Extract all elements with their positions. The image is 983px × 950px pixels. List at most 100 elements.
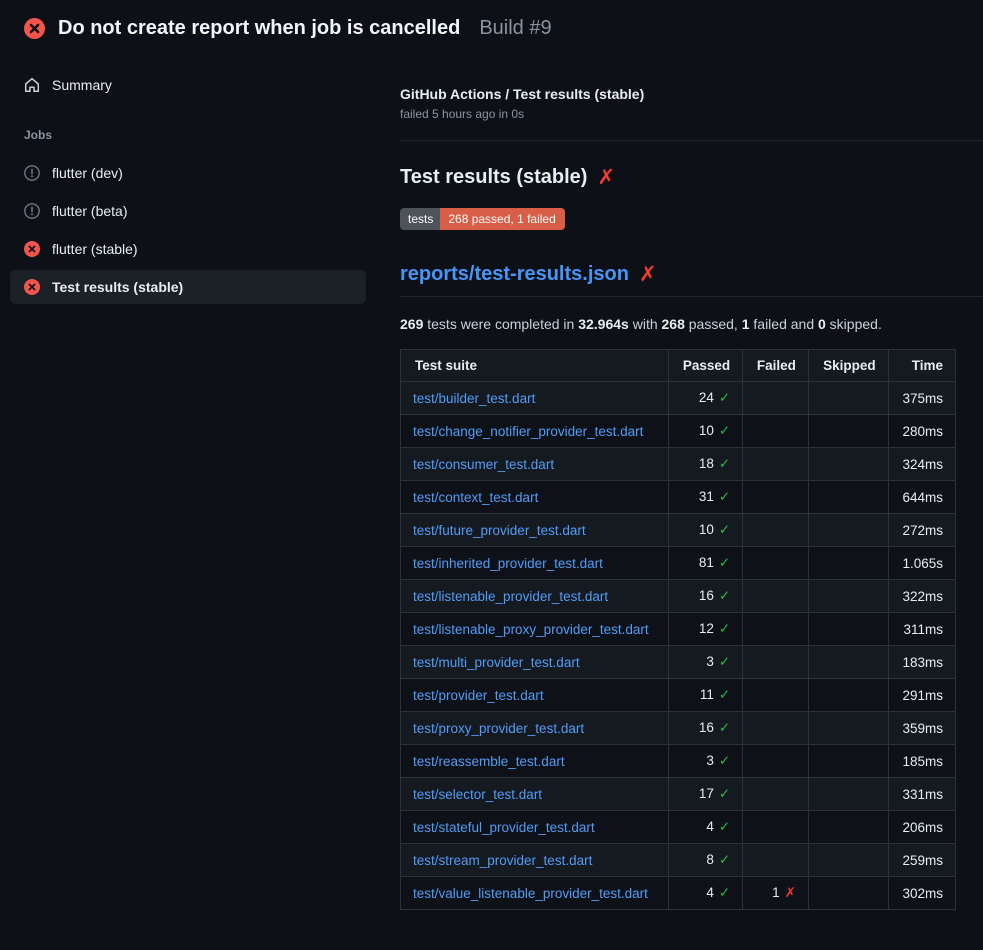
table-row: test/value_listenable_provider_test.dart… xyxy=(401,877,956,910)
skipped-cell xyxy=(808,547,888,580)
check-icon: ✓ xyxy=(719,786,730,801)
test-suite-link[interactable]: test/future_provider_test.dart xyxy=(413,523,586,538)
test-suite-cell: test/selector_test.dart xyxy=(401,778,669,811)
test-suite-link[interactable]: test/selector_test.dart xyxy=(413,787,542,802)
count-value: 16 xyxy=(699,588,714,603)
failed-cell xyxy=(743,382,809,415)
test-suite-link[interactable]: test/inherited_provider_test.dart xyxy=(413,556,603,571)
test-suite-link[interactable]: test/stateful_provider_test.dart xyxy=(413,820,595,835)
table-row: test/listenable_provider_test.dart16✓322… xyxy=(401,580,956,613)
test-suite-cell: test/provider_test.dart xyxy=(401,679,669,712)
sidebar-item-job[interactable]: Test results (stable) xyxy=(10,270,366,304)
job-label: flutter (stable) xyxy=(52,241,138,257)
test-suite-cell: test/consumer_test.dart xyxy=(401,448,669,481)
sidebar-item-job[interactable]: flutter (beta) xyxy=(10,194,366,228)
test-suite-cell: test/context_test.dart xyxy=(401,481,669,514)
time-cell: 259ms xyxy=(888,844,955,877)
table-header-row: Test suite Passed Failed Skipped Time xyxy=(401,350,956,382)
time-cell: 302ms xyxy=(888,877,955,910)
sidebar-item-summary[interactable]: Summary xyxy=(10,68,366,102)
skipped-cell xyxy=(808,679,888,712)
passed-cell: 17✓ xyxy=(668,778,742,811)
test-suite-link[interactable]: test/context_test.dart xyxy=(413,490,538,505)
count-value: 10 xyxy=(699,423,714,438)
table-row: test/builder_test.dart24✓375ms xyxy=(401,382,956,415)
check-icon: ✓ xyxy=(719,819,730,834)
count-value: 10 xyxy=(699,522,714,537)
test-suite-cell: test/stateful_provider_test.dart xyxy=(401,811,669,844)
summary-text: passed, xyxy=(685,316,742,332)
test-suite-cell: test/listenable_proxy_provider_test.dart xyxy=(401,613,669,646)
table-row: test/provider_test.dart11✓291ms xyxy=(401,679,956,712)
skipped-cell xyxy=(808,580,888,613)
time-cell: 183ms xyxy=(888,646,955,679)
skipped-cell xyxy=(808,481,888,514)
build-number: Build #9 xyxy=(479,17,551,40)
sidebar: Summary Jobs flutter (dev)flutter (beta)… xyxy=(0,54,376,308)
test-suite-link[interactable]: test/consumer_test.dart xyxy=(413,457,554,472)
check-icon: ✓ xyxy=(719,456,730,471)
test-suite-link[interactable]: test/change_notifier_provider_test.dart xyxy=(413,424,643,439)
test-suite-cell: test/listenable_provider_test.dart xyxy=(401,580,669,613)
table-row: test/context_test.dart31✓644ms xyxy=(401,481,956,514)
sidebar-item-job[interactable]: flutter (stable) xyxy=(10,232,366,266)
check-icon: ✓ xyxy=(719,423,730,438)
failed-cell xyxy=(743,514,809,547)
table-row: test/inherited_provider_test.dart81✓1.06… xyxy=(401,547,956,580)
passed-cell: 24✓ xyxy=(668,382,742,415)
sidebar-item-job[interactable]: flutter (dev) xyxy=(10,156,366,190)
job-label: flutter (dev) xyxy=(52,165,123,181)
check-icon: ✓ xyxy=(719,489,730,504)
test-suite-cell: test/change_notifier_provider_test.dart xyxy=(401,415,669,448)
failed-circle-icon xyxy=(24,18,45,39)
page-title: Do not create report when job is cancell… xyxy=(58,17,460,40)
table-row: test/listenable_proxy_provider_test.dart… xyxy=(401,613,956,646)
summary-text: 0 xyxy=(818,316,826,332)
count-value: 3 xyxy=(706,654,714,669)
home-icon xyxy=(24,77,40,93)
job-label: Test results (stable) xyxy=(52,279,183,295)
passed-cell: 11✓ xyxy=(668,679,742,712)
column-header-skipped: Skipped xyxy=(808,350,888,382)
column-header-time: Time xyxy=(888,350,955,382)
count-value: 16 xyxy=(699,720,714,735)
skipped-cell xyxy=(808,646,888,679)
test-suite-cell: test/inherited_provider_test.dart xyxy=(401,547,669,580)
badge-label: tests xyxy=(400,208,440,230)
failed-cell xyxy=(743,745,809,778)
count-value: 11 xyxy=(700,687,714,702)
report-file-link[interactable]: reports/test-results.json xyxy=(400,263,629,286)
test-suite-link[interactable]: test/provider_test.dart xyxy=(413,688,544,703)
skipped-cell xyxy=(808,745,888,778)
test-suite-link[interactable]: test/listenable_provider_test.dart xyxy=(413,589,608,604)
job-label: flutter (beta) xyxy=(52,203,127,219)
passed-cell: 10 ✓ xyxy=(668,415,742,448)
time-cell: 311ms xyxy=(888,613,955,646)
sidebar-jobs: flutter (dev) flutter (beta) flutter (stab… xyxy=(10,156,366,304)
count-value: 31 xyxy=(699,489,714,504)
failed-cell xyxy=(743,778,809,811)
test-suite-link[interactable]: test/stream_provider_test.dart xyxy=(413,853,592,868)
test-suite-link[interactable]: test/reassemble_test.dart xyxy=(413,754,565,769)
summary-text: with xyxy=(629,316,662,332)
passed-cell: 16 ✓ xyxy=(668,712,742,745)
test-suite-link[interactable]: test/builder_test.dart xyxy=(413,391,535,406)
skipped-cell xyxy=(808,712,888,745)
test-suite-link[interactable]: test/proxy_provider_test.dart xyxy=(413,721,584,736)
test-suite-link[interactable]: test/value_listenable_provider_test.dart xyxy=(413,886,648,901)
table-row: test/reassemble_test.dart3✓185ms xyxy=(401,745,956,778)
failed-cell xyxy=(743,547,809,580)
table-row: test/future_provider_test.dart10✓272ms xyxy=(401,514,956,547)
failed-cell xyxy=(743,811,809,844)
check-icon: ✓ xyxy=(719,720,730,735)
test-suite-link[interactable]: test/listenable_proxy_provider_test.dart xyxy=(413,622,649,637)
test-suite-link[interactable]: test/multi_provider_test.dart xyxy=(413,655,580,670)
passed-cell: 31 ✓ xyxy=(668,481,742,514)
skipped-cell xyxy=(808,448,888,481)
summary-line: 269 tests were completed in 32.964s with… xyxy=(400,316,983,332)
check-icon: ✓ xyxy=(719,885,730,900)
count-value: 12 xyxy=(699,621,714,636)
failed-cell: 1✗ xyxy=(743,877,809,910)
passed-cell: 10✓ xyxy=(668,514,742,547)
sidebar-summary-label: Summary xyxy=(52,77,112,93)
